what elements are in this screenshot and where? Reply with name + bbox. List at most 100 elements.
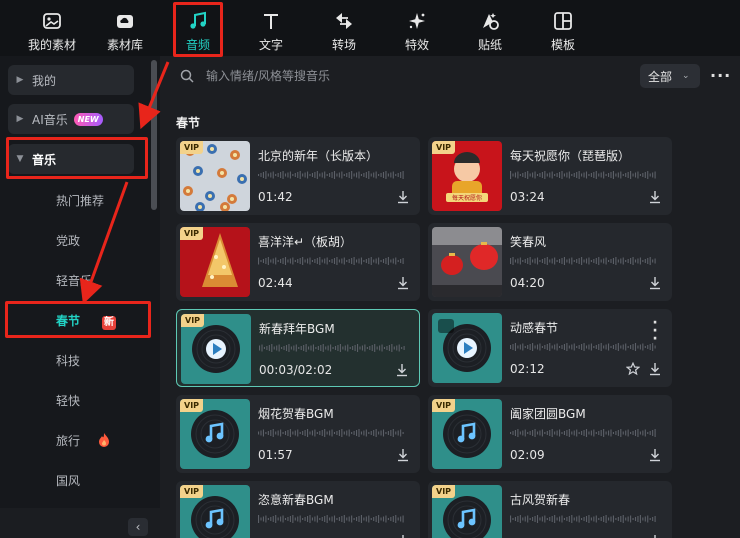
sidebar-item-travel[interactable]: 旅行 (56, 432, 110, 449)
track-card[interactable]: 动感春节 02:12 · · · (428, 309, 672, 387)
sparkle-icon (409, 13, 425, 29)
sidebar-item-label: 热门推荐 (56, 194, 105, 208)
track-card[interactable]: VIP 阖家团圆BGM 02:09 (428, 395, 672, 473)
track-title: 笑春风 (510, 235, 547, 249)
track-more-button[interactable]: · · · (652, 316, 658, 346)
track-card[interactable]: 笑春风 04:20 (428, 223, 672, 301)
tab-library[interactable]: 素材库 (95, 0, 155, 56)
track-thumbnail[interactable]: VIP (180, 227, 250, 297)
track-thumbnail[interactable]: VIP (181, 314, 251, 384)
download-icon[interactable] (396, 190, 410, 204)
track-duration: 02:09 (510, 448, 545, 462)
chevron-right-icon: ▶ (16, 114, 24, 124)
track-thumbnail[interactable]: VIP (180, 399, 250, 469)
tab-stickers[interactable]: 贴纸 (460, 0, 520, 56)
waveform (259, 344, 405, 352)
download-icon[interactable] (648, 190, 662, 204)
sidebar-scrollbar[interactable] (151, 60, 157, 210)
tab-text[interactable]: 文字 (241, 0, 301, 56)
track-card[interactable]: VIP 北京的新年（长版本） 01:42 (176, 137, 420, 215)
sidebar-item-label: 春节 (56, 314, 81, 328)
track-thumbnail[interactable] (432, 227, 502, 297)
track-thumbnail[interactable]: 每天祝愿你 VIP (432, 141, 502, 211)
track-title: 恣意新春BGM (258, 493, 334, 507)
track-card[interactable]: VIP 烟花贺春BGM 01:57 (176, 395, 420, 473)
sidebar-group-label: 我的 (32, 73, 57, 88)
track-title: 喜洋洋↵（板胡） (258, 235, 353, 249)
track-duration: 00:03/02:02 (259, 363, 333, 377)
download-icon[interactable] (396, 534, 410, 538)
sidebar-item-label: 国风 (56, 474, 81, 488)
vip-badge: VIP (432, 141, 456, 154)
sidebar-item-tech[interactable]: 科技 (56, 352, 80, 369)
top-toolbar: 我的素材 素材库 音频 文字 转场 特效 贴纸 模板 (0, 0, 740, 56)
track-duration: 02:44 (258, 276, 293, 290)
svg-text:每天祝愿你: 每天祝愿你 (452, 194, 482, 202)
sidebar-item-hot[interactable]: 热门推荐 (56, 192, 104, 209)
track-duration: 04:20 (510, 276, 545, 290)
track-card[interactable]: VIP 新春拜年BGM 00:03/02:02 (176, 309, 420, 387)
tab-label: 我的素材 (27, 38, 76, 52)
vip-badge: VIP (180, 227, 204, 240)
track-thumbnail[interactable]: VIP (180, 141, 250, 211)
transition-icon (336, 13, 352, 29)
track-duration: 01:42 (258, 190, 293, 204)
tab-my-assets[interactable]: 我的素材 (22, 0, 82, 56)
download-icon[interactable] (648, 276, 662, 290)
sidebar-group-mine[interactable]: ▶ 我的 (8, 65, 134, 95)
track-title: 阖家团圆BGM (510, 407, 586, 421)
download-icon[interactable] (396, 276, 410, 290)
track-card[interactable]: VIP 恣意新春BGM (176, 481, 420, 538)
more-options-button[interactable]: ··· (710, 66, 731, 85)
cloud-folder-icon (117, 15, 133, 28)
download-icon[interactable] (648, 362, 662, 376)
sidebar-item-upbeat[interactable]: 轻快 (56, 392, 80, 409)
tab-effects[interactable]: 特效 (387, 0, 447, 56)
sidebar-item-label: 党政 (56, 234, 81, 248)
template-grid-icon (554, 12, 572, 30)
track-title: 北京的新年（长版本） (258, 149, 379, 163)
tab-transition[interactable]: 转场 (314, 0, 374, 56)
sidebar-item-party[interactable]: 党政 (56, 232, 80, 249)
collapse-sidebar-button[interactable]: ‹ (128, 518, 148, 536)
track-title: 古风贺新春 (510, 493, 571, 507)
tab-audio[interactable]: 音频 (168, 0, 228, 56)
track-title: 烟花贺春BGM (258, 407, 334, 421)
preview-icon[interactable] (438, 319, 454, 333)
track-card[interactable]: VIP 古风贺新春 (428, 481, 672, 538)
download-icon[interactable] (396, 448, 410, 462)
new-badge: NEW (73, 112, 103, 126)
track-thumbnail[interactable] (432, 313, 502, 383)
favorite-star-icon[interactable] (626, 362, 640, 376)
sidebar-item-label: 旅行 (56, 434, 81, 448)
tab-templates[interactable]: 模板 (533, 0, 593, 56)
track-title: 新春拜年BGM (259, 322, 335, 336)
track-duration: 02:12 (510, 362, 545, 376)
flame-icon (98, 433, 109, 447)
waveform (510, 515, 656, 523)
download-icon[interactable] (648, 448, 662, 462)
track-thumbnail[interactable]: VIP (432, 399, 502, 469)
search-input[interactable] (206, 67, 566, 85)
track-title: 每天祝愿你（琵琶版） (510, 149, 631, 163)
category-sidebar: ▶ 我的 ▶ AI音乐 NEW ▼ 音乐 热门推荐 党政 轻音乐 春节新 科技 … (0, 56, 160, 538)
track-thumbnail[interactable]: VIP (180, 485, 250, 538)
sidebar-group-label: AI音乐 (32, 112, 68, 127)
track-card[interactable]: 每天祝愿你 VIP 每天祝愿你（琵琶版） 03:24 (428, 137, 672, 215)
filter-select[interactable]: 全部 ⌄ (640, 64, 700, 88)
tab-label: 贴纸 (477, 38, 502, 52)
tab-label: 音频 (185, 38, 210, 52)
track-thumbnail[interactable]: VIP (432, 485, 502, 538)
sidebar-group-music[interactable]: ▼ 音乐 (8, 144, 134, 174)
sidebar-item-spring-festival[interactable]: 春节 新 (56, 312, 117, 330)
download-icon[interactable] (395, 363, 409, 377)
waveform (510, 171, 656, 179)
sidebar-item-light-music[interactable]: 轻音乐 (56, 272, 92, 289)
track-card[interactable]: VIP 喜洋洋↵（板胡） 02:44 (176, 223, 420, 301)
waveform (510, 429, 656, 437)
sidebar-group-ai-music[interactable]: ▶ AI音乐 NEW (8, 104, 134, 134)
sidebar-item-guofeng[interactable]: 国风 (56, 472, 80, 489)
download-icon[interactable] (648, 534, 662, 538)
music-note-icon (190, 11, 206, 29)
chevron-down-icon: ⌄ (682, 71, 690, 81)
